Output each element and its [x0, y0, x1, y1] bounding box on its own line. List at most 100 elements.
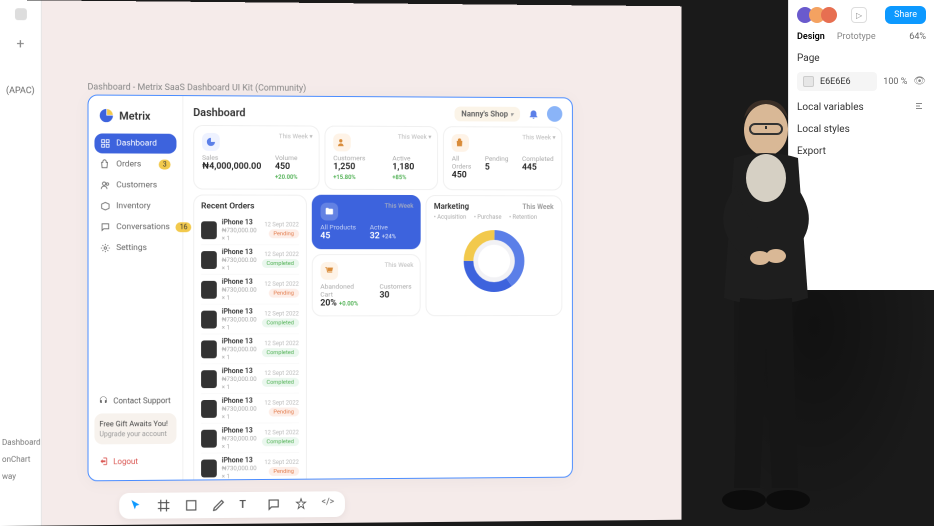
status-badge: Pending [268, 229, 298, 238]
sidebar-item-conversations[interactable]: Conversations16 [94, 217, 176, 237]
product-thumb [201, 310, 217, 328]
status-badge: Completed [262, 318, 299, 327]
pointer-icon[interactable] [129, 499, 143, 513]
marketing-title: Marketing [434, 202, 469, 211]
page-section-label: Page [797, 50, 926, 64]
order-row[interactable]: iPhone 13₦730,000.00 × 112 Sept 2022Comp… [201, 364, 299, 394]
product-thumb [201, 399, 217, 417]
box-icon [100, 201, 110, 211]
logout-icon [98, 456, 108, 466]
collaborator-avatars[interactable] [797, 7, 833, 23]
comment-icon[interactable] [267, 498, 281, 512]
logout-button[interactable]: Logout [94, 452, 176, 470]
order-row[interactable]: iPhone 13₦730,000.00 × 112 Sept 2022Comp… [201, 305, 299, 335]
stat: Active32 +24% [370, 224, 396, 242]
tab-prototype[interactable]: Prototype [837, 32, 876, 42]
breadcrumb: Dashboard - Metrix SaaS Dashboard UI Kit… [88, 83, 307, 94]
status-badge: Completed [262, 378, 299, 387]
recent-orders-title: Recent Orders [201, 201, 299, 211]
panel-tabs[interactable]: Design Prototype [797, 32, 876, 42]
page-bg-input[interactable]: E6E6E6 [797, 72, 877, 91]
status-badge: Completed [262, 348, 299, 357]
order-row[interactable]: iPhone 13₦730,000.00 × 112 Sept 2022Pend… [201, 275, 299, 305]
figma-toolbar[interactable]: T </> [119, 491, 345, 519]
share-button[interactable]: Share [885, 6, 926, 24]
badge: 3 [159, 160, 171, 170]
marketing-legend: AcquisitionPurchaseRetention [434, 214, 554, 221]
tab-design[interactable]: Design [797, 32, 825, 42]
stat: All Products45 [320, 223, 356, 241]
stat: Sales₦4,000,000.00 [202, 154, 261, 182]
avatar[interactable] [547, 106, 562, 122]
product-thumb [201, 251, 217, 269]
left-layer-labels: Dashboard onChart way [2, 438, 41, 481]
stat: All Orders450 [452, 155, 471, 181]
visibility-icon[interactable]: 👁 [913, 76, 926, 87]
stat-card[interactable]: This Week ▾All Orders450 Pending5 Comple… [443, 126, 562, 190]
order-row[interactable]: iPhone 13₦730,000.00 × 112 Sept 2022Comp… [201, 245, 299, 275]
status-badge: Pending [268, 289, 298, 298]
sidebar-item-customers[interactable]: Customers [94, 175, 176, 195]
bell-icon[interactable] [528, 108, 540, 120]
product-thumb [201, 429, 217, 447]
pie-icon [202, 133, 220, 151]
contact-support-button[interactable]: Contact Support [94, 391, 176, 409]
gift-title: Free Gift Awaits You! [99, 419, 171, 428]
users-icon [100, 180, 110, 190]
page-opacity[interactable]: 100 % [883, 77, 907, 87]
stat-card[interactable]: This Week ▾Customers1,250 +15.80%Active1… [324, 126, 438, 191]
text-icon[interactable]: T [239, 498, 253, 512]
status-badge: Completed [262, 259, 299, 268]
status-badge: Pending [268, 467, 298, 476]
shop-selector[interactable]: Nanny's Shop ▾ [455, 106, 520, 121]
file-icon[interactable] [14, 8, 26, 20]
marketing-card[interactable]: Marketing This Week AcquisitionPurchaseR… [425, 195, 562, 316]
cart-icon [320, 262, 338, 280]
gift-card[interactable]: Free Gift Awaits You! Upgrade your accou… [94, 413, 176, 444]
order-row[interactable]: iPhone 13₦730,000.00 × 112 Sept 2022Pend… [201, 394, 299, 424]
product-thumb [201, 221, 217, 239]
pen-icon[interactable] [212, 498, 226, 512]
color-chip[interactable] [803, 76, 814, 87]
recent-orders: Recent Orders iPhone 13₦730,000.00 × 112… [193, 194, 306, 479]
sidebar-item-inventory[interactable]: Inventory [94, 196, 176, 216]
logo-icon [98, 108, 114, 124]
cart-card[interactable]: This Week Abandoned Cart20% +0.00%Custom… [312, 254, 421, 316]
dev-icon[interactable]: </> [322, 497, 336, 511]
bag-icon [452, 134, 469, 152]
rect-icon[interactable] [184, 498, 198, 512]
order-row[interactable]: iPhone 13₦730,000.00 × 112 Sept 2022Comp… [201, 423, 299, 453]
product-thumb [201, 280, 217, 298]
app-sidebar: Metrix DashboardOrders3CustomersInventor… [89, 96, 184, 481]
prototype-play-button[interactable]: ▷ [851, 7, 867, 23]
stat: Customers1,250 +15.80% [333, 154, 379, 182]
page-title: Dashboard [193, 106, 245, 119]
nav: DashboardOrders3CustomersInventoryConver… [94, 133, 176, 258]
settings-icon[interactable] [914, 100, 926, 112]
sidebar-item-settings[interactable]: Settings [94, 238, 176, 258]
add-page-button[interactable]: + [16, 36, 24, 52]
stats-cards: This Week ▾Sales₦4,000,000.00 Volume450 … [193, 125, 562, 191]
main-content: Dashboard Nanny's Shop ▾ This Week ▾Sale… [183, 96, 572, 480]
products-card[interactable]: This Week All Products45 Active32 +24% [312, 195, 421, 249]
sidebar-item-dashboard[interactable]: Dashboard [94, 133, 176, 153]
stat: Pending5 [485, 155, 509, 181]
donut-chart [460, 227, 527, 296]
product-thumb [201, 340, 217, 358]
dashboard-frame[interactable]: Metrix DashboardOrders3CustomersInventor… [88, 95, 573, 482]
order-row[interactable]: iPhone 13₦730,000.00 × 112 Sept 2022Pend… [201, 215, 299, 245]
stat-card[interactable]: This Week ▾Sales₦4,000,000.00 Volume450 … [193, 125, 319, 190]
order-row[interactable]: iPhone 13₦730,000.00 × 112 Sept 2022Pend… [201, 453, 299, 480]
stat: Active1,180 +85% [392, 155, 429, 183]
order-row[interactable]: iPhone 13₦730,000.00 × 112 Sept 2022Comp… [201, 334, 299, 364]
apac-label: (APAC) [6, 86, 35, 96]
actions-icon[interactable] [294, 497, 308, 511]
brand: Metrix [94, 106, 176, 134]
folder-icon [320, 203, 338, 221]
frame-icon[interactable] [157, 499, 171, 513]
grid-icon [100, 138, 110, 148]
zoom-level[interactable]: 64% [909, 32, 926, 42]
status-badge: Completed [262, 437, 299, 446]
stat: Abandoned Cart20% +0.00% [320, 283, 366, 309]
sidebar-item-orders[interactable]: Orders3 [94, 154, 176, 174]
